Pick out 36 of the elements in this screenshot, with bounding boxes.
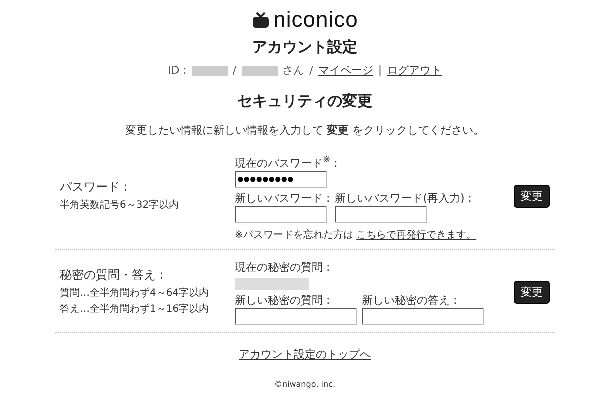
input-field[interactable] — [235, 206, 327, 223]
field-label: 現在のパスワード$^{※}$ : — [235, 153, 339, 171]
section-label: 秘密の質問・答え : — [60, 266, 165, 284]
mypage-link[interactable]: マイページ — [318, 63, 374, 78]
input-field[interactable] — [362, 308, 484, 325]
honorific: さん — [282, 63, 305, 78]
redacted-block — [242, 66, 278, 76]
separator: / — [232, 64, 237, 77]
section-label: パスワード : — [60, 179, 129, 196]
separator: / — [310, 64, 314, 77]
logout-link[interactable]: ログアウト — [387, 63, 442, 78]
account-top-link[interactable]: アカウント設定のトップへ — [239, 348, 371, 361]
section-heading: セキュリティの変更 — [238, 92, 372, 111]
forgot-note: ※パスワードを忘れた方は — [235, 230, 354, 241]
rule-note: 答え…全半角問わず1～16字以内 — [60, 302, 210, 317]
field-label: 新しい秘密の答え : — [362, 292, 458, 308]
id-label: ID : — [168, 64, 187, 77]
redacted-block — [192, 66, 228, 76]
field-label: 新しいパスワード(再入力) : — [335, 190, 472, 206]
field-label: 現在の秘密の質問 : — [235, 260, 332, 275]
field-label: 新しい秘密の質問 : — [235, 292, 332, 308]
tv-icon — [252, 12, 270, 28]
input-field[interactable] — [335, 206, 428, 223]
current-password-field[interactable]: ●●●●●●●●● — [235, 170, 327, 188]
field-label: 新しいパスワード : — [235, 190, 330, 206]
page-title: アカウント設定 — [252, 38, 358, 57]
rule-note: 半角英数記号6～32字以内 — [60, 198, 180, 214]
change-button[interactable]: 変更 — [514, 185, 550, 208]
input-field[interactable] — [235, 308, 357, 325]
rule-note: 質問…全半角問わず4～64字以内 — [60, 286, 210, 301]
change-button[interactable]: 変更 — [514, 280, 550, 304]
logo-text: niconico — [274, 7, 358, 33]
reissue-link[interactable]: こちらで再発行できます。 — [356, 230, 477, 241]
divider: | — [378, 64, 382, 77]
copyright: ©niwango, inc. — [274, 380, 336, 389]
instruction-text: 変更したい情報に新しい情報を入力して 変更 をクリックしてください。 — [126, 123, 484, 138]
